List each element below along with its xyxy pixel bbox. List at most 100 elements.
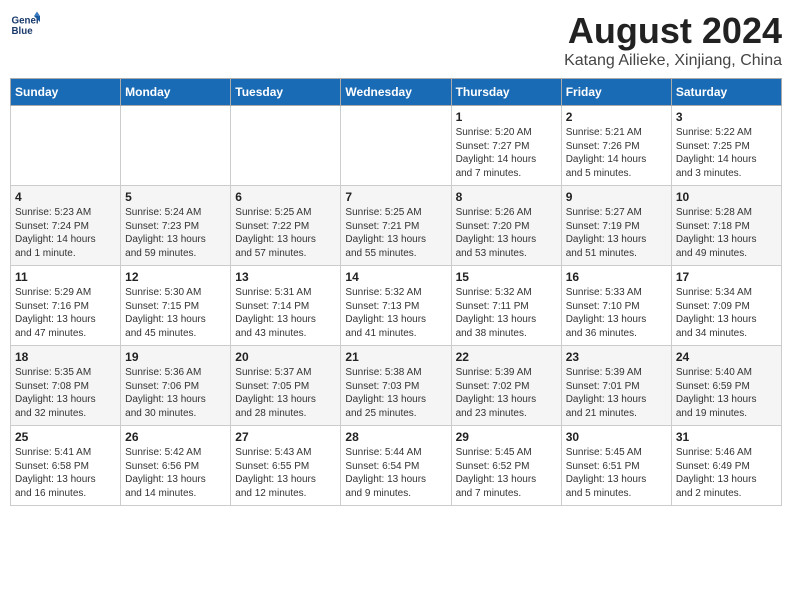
day-info: Sunrise: 5:27 AM Sunset: 7:19 PM Dayligh… bbox=[566, 206, 667, 260]
day-cell: 26 Sunrise: 5:42 AM Sunset: 6:56 PM Dayli… bbox=[121, 426, 231, 506]
day-cell bbox=[231, 106, 341, 186]
day-cell: 29 Sunrise: 5:45 AM Sunset: 6:52 PM Dayli… bbox=[451, 426, 561, 506]
day-cell: 11Sunrise: 5:29 AM Sunset: 7:16 PM Dayli… bbox=[11, 266, 121, 346]
day-number: 23 bbox=[566, 350, 667, 364]
day-number: 5 bbox=[125, 190, 226, 204]
day-info: Sunrise: 5:45 AM Sunset: 6:52 PM Dayligh… bbox=[456, 446, 557, 500]
day-info: Sunrise: 5:35 AM Sunset: 7:08 PM Dayligh… bbox=[15, 366, 116, 420]
day-number: 24 bbox=[676, 350, 777, 364]
day-cell: 7Sunrise: 5:25 AM Sunset: 7:21 PM Daylig… bbox=[341, 186, 451, 266]
day-cell: 16 Sunrise: 5:33 AM Sunset: 7:10 PM Dayli… bbox=[561, 266, 671, 346]
day-info: Sunrise: 5:30 AM Sunset: 7:15 PM Dayligh… bbox=[125, 286, 226, 340]
day-cell: 22 Sunrise: 5:39 AM Sunset: 7:02 PM Dayli… bbox=[451, 346, 561, 426]
day-number: 16 bbox=[566, 270, 667, 284]
day-cell: 8 Sunrise: 5:26 AM Sunset: 7:20 PM Daylig… bbox=[451, 186, 561, 266]
day-cell: 23Sunrise: 5:39 AM Sunset: 7:01 PM Dayli… bbox=[561, 346, 671, 426]
day-cell: 2Sunrise: 5:21 AM Sunset: 7:26 PM Daylig… bbox=[561, 106, 671, 186]
header: General Blue August 2024 Katang Ailieke,… bbox=[10, 10, 782, 70]
day-number: 21 bbox=[345, 350, 446, 364]
day-info: Sunrise: 5:23 AM Sunset: 7:24 PM Dayligh… bbox=[15, 206, 116, 260]
day-cell: 3 Sunrise: 5:22 AM Sunset: 7:25 PM Daylig… bbox=[671, 106, 781, 186]
logo: General Blue bbox=[10, 10, 40, 40]
day-info: Sunrise: 5:42 AM Sunset: 6:56 PM Dayligh… bbox=[125, 446, 226, 500]
day-cell: 12 Sunrise: 5:30 AM Sunset: 7:15 PM Dayli… bbox=[121, 266, 231, 346]
day-number: 25 bbox=[15, 430, 116, 444]
day-cell: 15 Sunrise: 5:32 AM Sunset: 7:11 PM Dayli… bbox=[451, 266, 561, 346]
col-header-tuesday: Tuesday bbox=[231, 79, 341, 106]
svg-text:Blue: Blue bbox=[12, 26, 34, 37]
day-info: Sunrise: 5:29 AM Sunset: 7:16 PM Dayligh… bbox=[15, 286, 116, 340]
day-number: 7 bbox=[345, 190, 446, 204]
day-number: 28 bbox=[345, 430, 446, 444]
day-info: Sunrise: 5:37 AM Sunset: 7:05 PM Dayligh… bbox=[235, 366, 336, 420]
day-cell bbox=[341, 106, 451, 186]
day-info: Sunrise: 5:36 AM Sunset: 7:06 PM Dayligh… bbox=[125, 366, 226, 420]
day-info: Sunrise: 5:32 AM Sunset: 7:13 PM Dayligh… bbox=[345, 286, 446, 340]
col-header-friday: Friday bbox=[561, 79, 671, 106]
day-cell: 10Sunrise: 5:28 AM Sunset: 7:18 PM Dayli… bbox=[671, 186, 781, 266]
day-number: 22 bbox=[456, 350, 557, 364]
day-cell: 14 Sunrise: 5:32 AM Sunset: 7:13 PM Dayli… bbox=[341, 266, 451, 346]
week-row-2: 4 Sunrise: 5:23 AM Sunset: 7:24 PM Daylig… bbox=[11, 186, 782, 266]
day-number: 8 bbox=[456, 190, 557, 204]
day-number: 4 bbox=[15, 190, 116, 204]
day-info: Sunrise: 5:46 AM Sunset: 6:49 PM Dayligh… bbox=[676, 446, 777, 500]
day-number: 18 bbox=[15, 350, 116, 364]
day-number: 12 bbox=[125, 270, 226, 284]
day-cell bbox=[11, 106, 121, 186]
day-info: Sunrise: 5:25 AM Sunset: 7:22 PM Dayligh… bbox=[235, 206, 336, 260]
day-info: Sunrise: 5:45 AM Sunset: 6:51 PM Dayligh… bbox=[566, 446, 667, 500]
col-header-thursday: Thursday bbox=[451, 79, 561, 106]
calendar-table: SundayMondayTuesdayWednesdayThursdayFrid… bbox=[10, 78, 782, 506]
day-cell: 17 Sunrise: 5:34 AM Sunset: 7:09 PM Dayli… bbox=[671, 266, 781, 346]
day-info: Sunrise: 5:28 AM Sunset: 7:18 PM Dayligh… bbox=[676, 206, 777, 260]
day-number: 14 bbox=[345, 270, 446, 284]
day-cell: 20 Sunrise: 5:37 AM Sunset: 7:05 PM Dayli… bbox=[231, 346, 341, 426]
day-cell: 4 Sunrise: 5:23 AM Sunset: 7:24 PM Daylig… bbox=[11, 186, 121, 266]
day-cell: 25 Sunrise: 5:41 AM Sunset: 6:58 PM Dayli… bbox=[11, 426, 121, 506]
day-info: Sunrise: 5:44 AM Sunset: 6:54 PM Dayligh… bbox=[345, 446, 446, 500]
col-header-saturday: Saturday bbox=[671, 79, 781, 106]
day-info: Sunrise: 5:43 AM Sunset: 6:55 PM Dayligh… bbox=[235, 446, 336, 500]
logo-icon: General Blue bbox=[10, 10, 40, 40]
day-info: Sunrise: 5:26 AM Sunset: 7:20 PM Dayligh… bbox=[456, 206, 557, 260]
day-cell: 5Sunrise: 5:24 AM Sunset: 7:23 PM Daylig… bbox=[121, 186, 231, 266]
day-info: Sunrise: 5:32 AM Sunset: 7:11 PM Dayligh… bbox=[456, 286, 557, 340]
day-info: Sunrise: 5:31 AM Sunset: 7:14 PM Dayligh… bbox=[235, 286, 336, 340]
day-number: 20 bbox=[235, 350, 336, 364]
page-title: August 2024 bbox=[564, 10, 782, 52]
day-info: Sunrise: 5:34 AM Sunset: 7:09 PM Dayligh… bbox=[676, 286, 777, 340]
day-info: Sunrise: 5:22 AM Sunset: 7:25 PM Dayligh… bbox=[676, 126, 777, 180]
day-info: Sunrise: 5:33 AM Sunset: 7:10 PM Dayligh… bbox=[566, 286, 667, 340]
week-row-4: 18 Sunrise: 5:35 AM Sunset: 7:08 PM Dayli… bbox=[11, 346, 782, 426]
week-row-5: 25 Sunrise: 5:41 AM Sunset: 6:58 PM Dayli… bbox=[11, 426, 782, 506]
day-cell: 13 Sunrise: 5:31 AM Sunset: 7:14 PM Dayli… bbox=[231, 266, 341, 346]
day-number: 15 bbox=[456, 270, 557, 284]
day-cell: 1 Sunrise: 5:20 AM Sunset: 7:27 PM Daylig… bbox=[451, 106, 561, 186]
day-info: Sunrise: 5:38 AM Sunset: 7:03 PM Dayligh… bbox=[345, 366, 446, 420]
day-number: 27 bbox=[235, 430, 336, 444]
day-cell: 24Sunrise: 5:40 AM Sunset: 6:59 PM Dayli… bbox=[671, 346, 781, 426]
day-cell: 6 Sunrise: 5:25 AM Sunset: 7:22 PM Daylig… bbox=[231, 186, 341, 266]
day-number: 13 bbox=[235, 270, 336, 284]
day-number: 6 bbox=[235, 190, 336, 204]
day-number: 9 bbox=[566, 190, 667, 204]
day-info: Sunrise: 5:20 AM Sunset: 7:27 PM Dayligh… bbox=[456, 126, 557, 180]
day-cell: 27 Sunrise: 5:43 AM Sunset: 6:55 PM Dayli… bbox=[231, 426, 341, 506]
title-area: August 2024 Katang Ailieke, Xinjiang, Ch… bbox=[564, 10, 782, 70]
col-header-monday: Monday bbox=[121, 79, 231, 106]
day-info: Sunrise: 5:21 AM Sunset: 7:26 PM Dayligh… bbox=[566, 126, 667, 180]
page-subtitle: Katang Ailieke, Xinjiang, China bbox=[564, 52, 782, 70]
day-number: 1 bbox=[456, 110, 557, 124]
day-info: Sunrise: 5:41 AM Sunset: 6:58 PM Dayligh… bbox=[15, 446, 116, 500]
day-cell bbox=[121, 106, 231, 186]
day-cell: 31Sunrise: 5:46 AM Sunset: 6:49 PM Dayli… bbox=[671, 426, 781, 506]
calendar-header-row: SundayMondayTuesdayWednesdayThursdayFrid… bbox=[11, 79, 782, 106]
day-info: Sunrise: 5:39 AM Sunset: 7:02 PM Dayligh… bbox=[456, 366, 557, 420]
day-number: 29 bbox=[456, 430, 557, 444]
day-number: 17 bbox=[676, 270, 777, 284]
day-number: 3 bbox=[676, 110, 777, 124]
day-number: 26 bbox=[125, 430, 226, 444]
col-header-sunday: Sunday bbox=[11, 79, 121, 106]
day-cell: 19Sunrise: 5:36 AM Sunset: 7:06 PM Dayli… bbox=[121, 346, 231, 426]
